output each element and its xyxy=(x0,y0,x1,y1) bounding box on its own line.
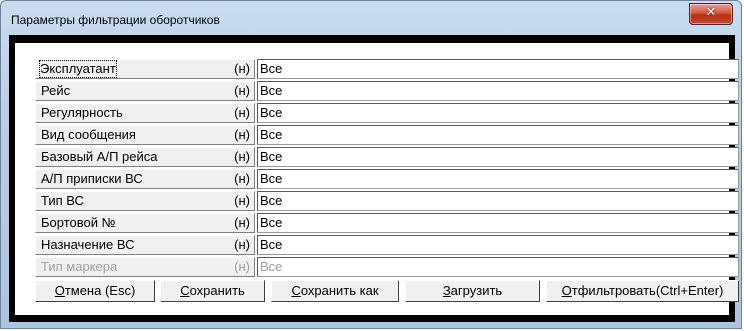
dialog-frame: Эксплуатант (н) Все Рейс (н) Все Регуляр… xyxy=(9,35,739,322)
filter-label-text: Тип маркера xyxy=(41,259,118,274)
filter-mode-mark: (н) xyxy=(234,193,250,208)
filter-row-base-airport: Базовый А/П рейса (н) Все xyxy=(35,147,739,167)
filter-label-text: Тип ВС xyxy=(41,193,84,208)
filter-label-operator[interactable]: Эксплуатант (н) xyxy=(35,59,255,79)
filter-label-text: Назначение ВС xyxy=(41,237,135,252)
filter-label-base-airport[interactable]: Базовый А/П рейса (н) xyxy=(35,147,255,167)
filter-value-regularity[interactable]: Все xyxy=(257,103,739,123)
hotkey-letter: О xyxy=(54,283,65,298)
hotkey-letter: С xyxy=(180,283,190,298)
filter-label-home-airport[interactable]: А/П приписки ВС (н) xyxy=(35,169,255,189)
button-label: тфильтровать(Ctrl+Enter) xyxy=(571,283,724,298)
filter-label-flight[interactable]: Рейс (н) xyxy=(35,81,255,101)
filter-label-text: Бортовой № xyxy=(41,215,116,230)
hotkey-letter: О xyxy=(561,283,572,298)
close-button[interactable]: ✕ xyxy=(689,3,733,25)
hotkey-letter: З xyxy=(442,283,451,298)
button-label: тмена (Esc) xyxy=(64,283,136,298)
filter-mode-mark: (н) xyxy=(234,171,250,186)
filter-row-flight: Рейс (н) Все xyxy=(35,81,739,101)
filter-row-home-airport: А/П приписки ВС (н) Все xyxy=(35,169,739,189)
filter-label-text: Эксплуатант xyxy=(39,60,117,78)
close-icon: ✕ xyxy=(705,5,717,20)
title-bar[interactable]: Параметры фильтрации оборотчиков ✕ xyxy=(1,1,741,35)
filter-value-flight[interactable]: Все xyxy=(257,81,739,101)
filter-row-aircraft-purpose: Назначение ВС (н) Все xyxy=(35,235,739,255)
filter-value-marker-type: Все xyxy=(257,257,739,277)
button-label: агрузить xyxy=(450,283,503,298)
filter-value-service-type[interactable]: Все xyxy=(257,125,739,145)
filter-row-operator: Эксплуатант (н) Все xyxy=(35,59,739,79)
filter-label-service-type[interactable]: Вид сообщения (н) xyxy=(35,125,255,145)
button-bar: Отмена (Esc) Сохранить Сохранить как Заг… xyxy=(35,280,739,302)
filter-mode-mark: (н) xyxy=(234,61,250,76)
button-label: охранить xyxy=(189,283,245,298)
filter-grid: Эксплуатант (н) Все Рейс (н) Все Регуляр… xyxy=(35,59,739,279)
dialog-body: Эксплуатант (н) Все Рейс (н) Все Регуляр… xyxy=(15,43,739,315)
filter-value-tail-number[interactable]: Все xyxy=(257,213,739,233)
filter-mode-mark: (н) xyxy=(234,149,250,164)
filter-label-tail-number[interactable]: Бортовой № (н) xyxy=(35,213,255,233)
filter-mode-mark: (н) xyxy=(234,83,250,98)
filter-label-text: Рейс xyxy=(41,83,71,98)
apply-filter-button[interactable]: Отфильтровать(Ctrl+Enter) xyxy=(546,280,739,302)
hotkey-letter: С xyxy=(291,283,301,298)
filter-row-aircraft-type: Тип ВС (н) Все xyxy=(35,191,739,211)
filter-value-aircraft-purpose[interactable]: Все xyxy=(257,235,739,255)
save-button[interactable]: Сохранить xyxy=(160,280,265,302)
filter-mode-mark: (н) xyxy=(234,215,250,230)
filter-label-aircraft-purpose[interactable]: Назначение ВС (н) xyxy=(35,235,255,255)
filter-row-service-type: Вид сообщения (н) Все xyxy=(35,125,739,145)
filter-value-home-airport[interactable]: Все xyxy=(257,169,739,189)
filter-row-tail-number: Бортовой № (н) Все xyxy=(35,213,739,233)
filter-label-text: А/П приписки ВС xyxy=(41,171,143,186)
cancel-button[interactable]: Отмена (Esc) xyxy=(35,280,155,302)
save-as-button[interactable]: Сохранить как xyxy=(271,280,399,302)
filter-row-marker-type: Тип маркера (н) Все xyxy=(35,257,739,277)
filter-value-aircraft-type[interactable]: Все xyxy=(257,191,739,211)
filter-mode-mark: (н) xyxy=(234,105,250,120)
filter-label-text: Вид сообщения xyxy=(41,127,136,142)
button-label: охранить как xyxy=(300,283,379,298)
filter-mode-mark: (н) xyxy=(234,237,250,252)
filter-label-regularity[interactable]: Регулярность (н) xyxy=(35,103,255,123)
filter-label-text: Базовый А/П рейса xyxy=(41,149,158,164)
window-title: Параметры фильтрации оборотчиков xyxy=(11,13,220,27)
filter-label-marker-type: Тип маркера (н) xyxy=(35,257,255,277)
filter-dialog-window: Параметры фильтрации оборотчиков ✕ Экспл… xyxy=(0,0,742,329)
filter-mode-mark: (н) xyxy=(234,127,250,142)
filter-value-base-airport[interactable]: Все xyxy=(257,147,739,167)
filter-label-aircraft-type[interactable]: Тип ВС (н) xyxy=(35,191,255,211)
filter-label-text: Регулярность xyxy=(41,105,123,120)
load-button[interactable]: Загрузить xyxy=(405,280,540,302)
filter-row-regularity: Регулярность (н) Все xyxy=(35,103,739,123)
filter-value-operator[interactable]: Все xyxy=(257,59,739,79)
filter-mode-mark: (н) xyxy=(234,259,250,274)
